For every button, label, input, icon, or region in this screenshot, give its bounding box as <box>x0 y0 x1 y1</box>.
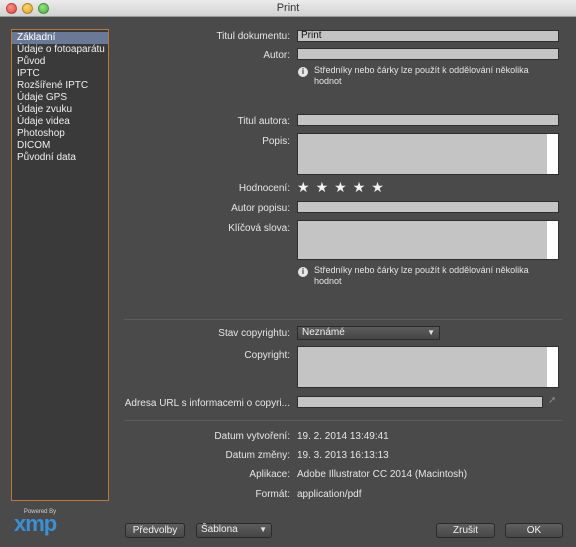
sidebar-item-iptc-extension[interactable]: Rozšířené IPTC <box>12 80 108 92</box>
description-author-field[interactable] <box>297 201 559 213</box>
author-title-field[interactable] <box>297 114 559 126</box>
application-label: Aplikace: <box>249 469 290 480</box>
title-bar: Print <box>0 0 576 17</box>
sidebar-item-dicom[interactable]: DICOM <box>12 140 108 152</box>
document-title-field[interactable]: Print <box>297 30 559 42</box>
copyright-label: Copyright: <box>244 350 290 361</box>
rating-star-5-icon[interactable]: ★ <box>371 180 384 194</box>
description-textarea[interactable] <box>297 133 559 175</box>
application-value: Adobe Illustrator CC 2014 (Macintosh) <box>297 469 468 480</box>
rating-star-4-icon[interactable]: ★ <box>353 180 366 194</box>
chevron-down-icon: ▼ <box>427 328 435 337</box>
author-title-label: Titul autora: <box>237 116 290 127</box>
copyright-status-label: Stav copyrightu: <box>218 328 290 339</box>
template-dropdown[interactable]: Šablona ▼ <box>196 523 272 538</box>
format-value: application/pdf <box>297 489 362 500</box>
divider <box>124 319 562 320</box>
sidebar-item-raw-data[interactable]: Původní data <box>12 152 108 164</box>
template-dropdown-label: Šablona <box>201 524 238 535</box>
minimize-window-button[interactable] <box>22 3 33 14</box>
document-title-label: Titul dokumentu: <box>216 31 290 42</box>
sidebar-item-audio-data[interactable]: Údaje zvuku <box>12 104 108 116</box>
rating-star-3-icon[interactable]: ★ <box>334 180 347 194</box>
divider <box>124 420 562 421</box>
keywords-scrollbar[interactable] <box>547 221 558 259</box>
copyright-status-dropdown[interactable]: Neznámé ▼ <box>297 326 440 340</box>
zoom-window-button[interactable] <box>38 3 49 14</box>
ok-button[interactable]: OK <box>505 523 563 538</box>
copyright-scrollbar[interactable] <box>547 347 558 387</box>
category-sidebar: Základní Údaje o fotoaparátu Původ IPTC … <box>11 29 109 501</box>
sidebar-item-photoshop[interactable]: Photoshop <box>12 128 108 140</box>
sidebar-item-camera-data[interactable]: Údaje o fotoaparátu <box>12 44 108 56</box>
copyright-textarea[interactable] <box>297 346 559 388</box>
created-date-label: Datum vytvoření: <box>214 431 290 442</box>
info-icon: i <box>298 267 308 277</box>
description-author-label: Autor popisu: <box>231 203 290 214</box>
modified-date-value: 19. 3. 2013 16:13:13 <box>297 450 389 461</box>
info-icon: i <box>298 67 308 77</box>
sidebar-item-origin[interactable]: Původ <box>12 56 108 68</box>
sidebar-item-basic[interactable]: Základní <box>12 32 108 44</box>
open-url-arrow-icon[interactable]: ➚ <box>548 395 556 406</box>
preferences-button[interactable]: Předvolby <box>125 523 185 538</box>
created-date-value: 19. 2. 2014 13:49:41 <box>297 431 389 442</box>
copyright-url-label: Adresa URL s informacemi o copyri... <box>124 398 290 409</box>
modified-date-label: Datum změny: <box>225 450 290 461</box>
rating-star-2-icon[interactable]: ★ <box>316 180 329 194</box>
keywords-separator-hint: Středníky nebo čárky lze použít k oddělo… <box>314 265 529 286</box>
copyright-status-value: Neznámé <box>302 327 345 338</box>
chevron-down-icon: ▼ <box>259 525 267 534</box>
close-window-button[interactable] <box>6 3 17 14</box>
copyright-url-field[interactable] <box>297 396 543 408</box>
description-label: Popis: <box>262 136 290 147</box>
sidebar-item-gps-data[interactable]: Údaje GPS <box>12 92 108 104</box>
keywords-textarea[interactable] <box>297 220 559 260</box>
rating-stars: ★ ★ ★ ★ ★ <box>297 180 384 194</box>
xmp-logo: Powered By xmp <box>14 509 84 535</box>
author-separator-hint: Středníky nebo čárky lze použít k oddělo… <box>314 65 529 86</box>
sidebar-item-iptc[interactable]: IPTC <box>12 68 108 80</box>
document-title-value: Print <box>301 30 322 41</box>
sidebar-item-video-data[interactable]: Údaje videa <box>12 116 108 128</box>
rating-star-1-icon[interactable]: ★ <box>297 180 310 194</box>
window-title: Print <box>276 2 300 14</box>
keywords-label: Klíčová slova: <box>228 223 290 234</box>
cancel-button[interactable]: Zrušit <box>436 523 495 538</box>
description-scrollbar[interactable] <box>547 134 558 174</box>
author-label: Autor: <box>263 50 290 61</box>
format-label: Formát: <box>255 489 290 500</box>
rating-label: Hodnocení: <box>238 183 290 194</box>
xmp-wordmark: xmp <box>14 511 57 536</box>
author-field[interactable] <box>297 48 559 60</box>
